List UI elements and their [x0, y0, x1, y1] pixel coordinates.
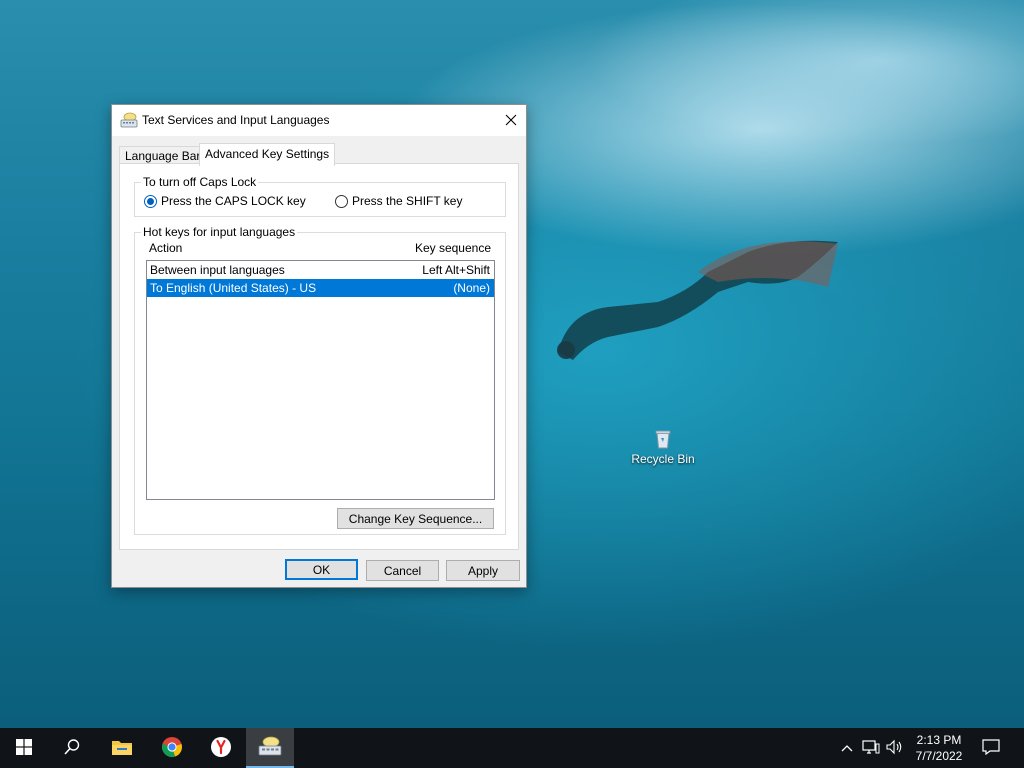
caps-lock-key-option[interactable]: Press the CAPS LOCK key — [144, 194, 306, 208]
recycle-bin-shortcut[interactable]: Recycle Bin — [628, 424, 698, 466]
file-explorer-button[interactable] — [98, 728, 146, 768]
network-icon — [862, 739, 880, 758]
recycle-bin-icon — [652, 428, 674, 450]
list-item-sequence: (None) — [453, 281, 490, 295]
caps-lock-group: To turn off Caps Lock Press the CAPS LOC… — [134, 175, 506, 217]
volume-button[interactable] — [884, 728, 906, 768]
shift-key-label: Press the SHIFT key — [352, 194, 463, 208]
show-hidden-icons-button[interactable] — [838, 728, 856, 768]
chrome-icon — [161, 736, 183, 761]
advanced-key-settings-panel: To turn off Caps Lock Press the CAPS LOC… — [119, 163, 519, 550]
input-languages-taskbar-button[interactable] — [246, 728, 294, 768]
column-header-action: Action — [149, 241, 183, 255]
radio-selected-icon — [144, 194, 157, 208]
taskbar-clock[interactable]: 2:13 PM 7/7/2022 — [904, 732, 974, 764]
list-item-action: Between input languages — [150, 263, 285, 277]
keyboard-languages-icon — [120, 112, 138, 128]
start-button[interactable] — [0, 728, 48, 768]
column-header-key-sequence: Key sequence — [414, 241, 491, 255]
chrome-button[interactable] — [148, 728, 196, 768]
notifications-icon — [982, 738, 1000, 758]
caps-lock-legend: To turn off Caps Lock — [141, 175, 259, 189]
start-icon — [16, 738, 32, 758]
cancel-button[interactable]: Cancel — [366, 560, 439, 581]
close-icon[interactable] — [496, 105, 526, 135]
chevron-up-icon — [841, 741, 853, 755]
apply-button[interactable]: Apply — [446, 560, 520, 581]
dialog-titlebar[interactable]: Text Services and Input Languages — [112, 105, 526, 136]
caps-lock-key-label: Press the CAPS LOCK key — [161, 194, 306, 208]
network-button[interactable] — [860, 728, 882, 768]
speaker-icon — [886, 739, 904, 758]
taskbar: 2:13 PM 7/7/2022 — [0, 728, 1024, 768]
ok-button[interactable]: OK — [285, 559, 358, 580]
hotkeys-legend: Hot keys for input languages — [141, 225, 298, 239]
list-item-action: To English (United States) - US — [150, 281, 317, 295]
input-languages-icon — [258, 736, 282, 759]
file-explorer-icon — [111, 738, 133, 759]
radio-unselected-icon — [335, 194, 348, 208]
hotkeys-group: Hot keys for input languages Action Key … — [134, 225, 506, 535]
recycle-bin-label: Recycle Bin — [631, 452, 695, 466]
list-item-sequence: Left Alt+Shift — [422, 263, 490, 277]
search-icon — [63, 738, 81, 759]
action-center-button[interactable] — [980, 728, 1002, 768]
shift-key-option[interactable]: Press the SHIFT key — [335, 194, 462, 208]
change-key-sequence-button[interactable]: Change Key Sequence... — [337, 508, 494, 529]
list-item[interactable]: Between input languages Left Alt+Shift — [147, 261, 494, 279]
yandex-browser-button[interactable] — [197, 728, 245, 768]
yandex-icon — [210, 736, 232, 761]
text-services-dialog: Text Services and Input Languages Langua… — [111, 104, 527, 588]
list-item[interactable]: To English (United States) - US (None) — [147, 279, 494, 297]
diver-illustration — [557, 240, 838, 360]
clock-date: 7/7/2022 — [915, 749, 963, 763]
tab-advanced-key-settings[interactable]: Advanced Key Settings — [199, 143, 336, 166]
search-button[interactable] — [48, 728, 96, 768]
hotkeys-list[interactable]: Between input languages Left Alt+Shift T… — [146, 260, 495, 500]
dialog-title: Text Services and Input Languages — [142, 113, 330, 127]
clock-time: 2:13 PM — [916, 733, 962, 747]
